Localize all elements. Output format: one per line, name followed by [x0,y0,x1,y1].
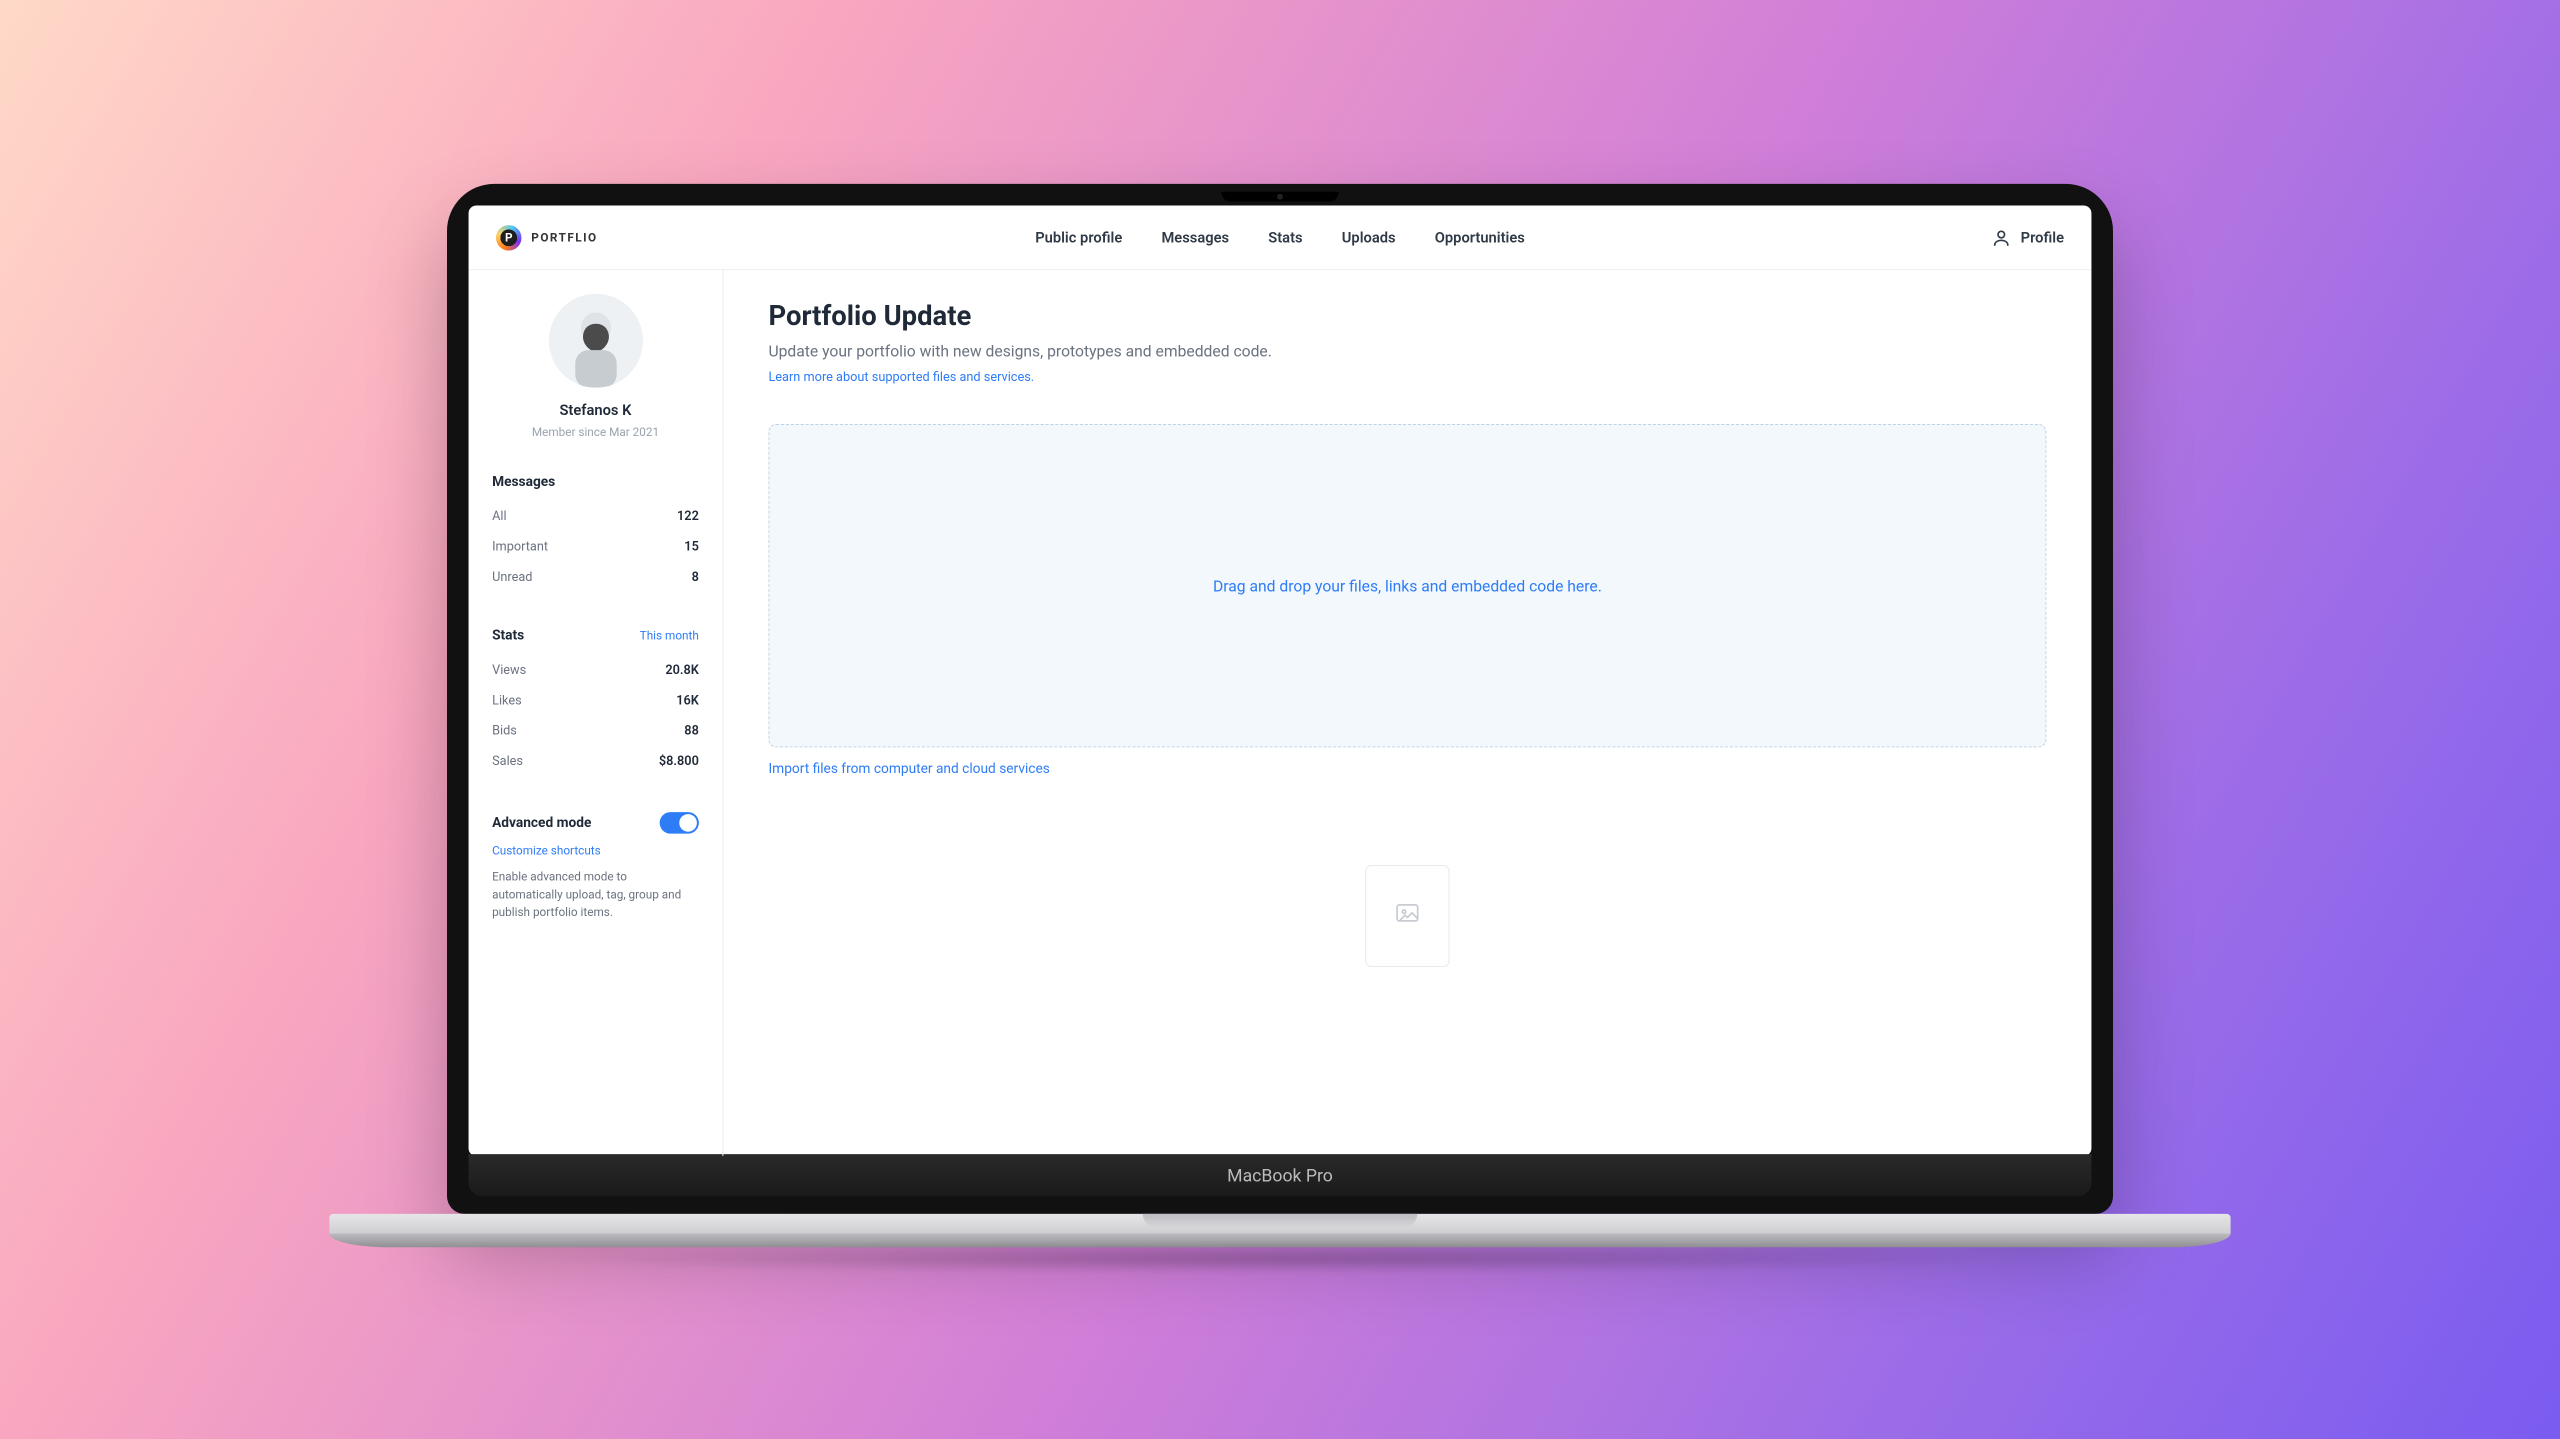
advanced-title: Advanced mode [492,815,591,831]
stats-value: 20.8K [665,663,699,678]
profile-block: Stefanos K Member since Mar 2021 [492,294,699,439]
nav-opportunities[interactable]: Opportunities [1435,229,1525,247]
app-screen: P PORTFLIO Public profile Messages Stats… [469,205,2092,1156]
messages-label: All [492,509,507,524]
messages-value: 122 [677,509,699,524]
stats-label: Likes [492,694,522,709]
nav-stats[interactable]: Stats [1268,229,1302,247]
stats-title: Stats [492,628,524,644]
image-icon [1394,900,1421,931]
brand-logo-icon: P [496,225,521,250]
sidebar: Stefanos K Member since Mar 2021 Message… [469,270,724,1156]
page-subtitle: Update your portfolio with new designs, … [768,342,2046,361]
messages-row-important[interactable]: Important 15 [492,532,699,562]
nav-links: Public profile Messages Stats Uploads Op… [1035,229,1525,247]
stats-row-views: Views 20.8K [492,655,699,685]
messages-row-unread[interactable]: Unread 8 [492,562,699,592]
brand-logo-letter: P [505,230,513,244]
laptop-chin: MacBook Pro [469,1154,2092,1196]
nav-public-profile[interactable]: Public profile [1035,229,1122,247]
stats-section: Stats This month Views 20.8K Likes 16K [492,628,699,777]
brand[interactable]: P PORTFLIO [496,225,598,250]
stats-label: Sales [492,754,523,769]
stats-row-sales: Sales $8.800 [492,746,699,776]
stats-row-likes: Likes 16K [492,686,699,716]
screen-bezel: P PORTFLIO Public profile Messages Stats… [447,184,2113,1214]
advanced-toggle[interactable] [660,812,699,834]
advanced-description: Enable advanced mode to automatically up… [492,868,698,921]
device-label: MacBook Pro [1227,1166,1333,1187]
member-since: Member since Mar 2021 [532,425,659,439]
nav-profile[interactable]: Profile [1991,228,2064,248]
messages-label: Unread [492,570,532,585]
nav-profile-label: Profile [2021,229,2064,247]
messages-label: Important [492,540,548,555]
messages-row-all[interactable]: All 122 [492,501,699,531]
avatar[interactable] [548,294,642,388]
advanced-section: Advanced mode Customize shortcuts Enable… [492,812,699,921]
laptop-mockup: P PORTFLIO Public profile Messages Stats… [447,184,2113,1255]
learn-more-link[interactable]: Learn more about supported files and ser… [768,370,1034,385]
nav-uploads[interactable]: Uploads [1342,229,1396,247]
brand-name: PORTFLIO [531,230,597,244]
stats-value: 88 [684,724,699,739]
messages-value: 15 [684,540,699,555]
upload-placeholder-tile[interactable] [1365,865,1449,967]
messages-value: 8 [692,570,699,585]
dropzone-text: Drag and drop your files, links and embe… [1213,576,1602,595]
camera-dot [1277,194,1283,200]
dropzone[interactable]: Drag and drop your files, links and embe… [768,424,2046,747]
main-content: Portfolio Update Update your portfolio w… [723,270,2091,1156]
app-body: Stefanos K Member since Mar 2021 Message… [469,270,2092,1156]
stats-row-bids: Bids 88 [492,716,699,746]
messages-title: Messages [492,474,555,490]
stats-label: Views [492,663,526,678]
messages-section: Messages All 122 Important 15 Unread 8 [492,474,699,593]
stats-value: 16K [676,694,699,709]
user-name: Stefanos K [559,401,631,419]
stats-label: Bids [492,724,517,739]
stats-value: $8.800 [659,754,699,769]
import-link[interactable]: Import files from computer and cloud ser… [768,761,1049,777]
page-title: Portfolio Update [768,300,2046,332]
nav-messages[interactable]: Messages [1161,229,1229,247]
stats-period-link[interactable]: This month [640,629,699,643]
top-nav: P PORTFLIO Public profile Messages Stats… [469,205,2092,270]
laptop-base [329,1214,2230,1255]
user-icon [1991,228,2011,248]
customize-shortcuts-link[interactable]: Customize shortcuts [492,843,601,857]
